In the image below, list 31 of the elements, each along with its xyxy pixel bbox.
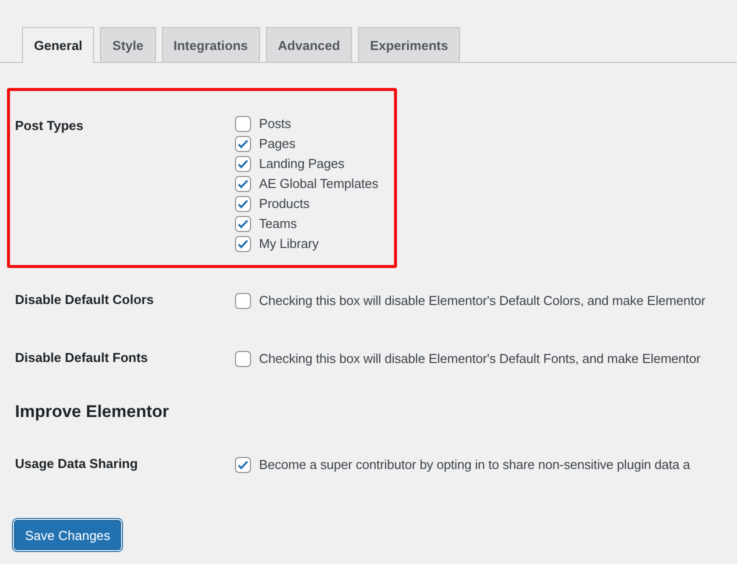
section-heading: Improve Elementor (15, 402, 170, 422)
settings-tab[interactable]: Advanced (266, 27, 352, 62)
checkbox[interactable] (235, 156, 251, 172)
checkbox-label: Products (259, 195, 310, 213)
checkbox-label: Landing Pages (259, 155, 344, 173)
settings-tab[interactable]: Integrations (162, 27, 260, 62)
setting-label: Post Types (15, 118, 84, 135)
settings-tab[interactable]: Style (100, 27, 156, 62)
checkbox[interactable] (235, 236, 251, 252)
checkbox[interactable] (235, 351, 251, 367)
checkbox-label: Teams (259, 215, 297, 233)
checkbox[interactable] (235, 116, 251, 132)
checkbox-label: Pages (259, 135, 296, 153)
setting-label: Disable Default Fonts (15, 350, 149, 367)
setting-label: Disable Default Colors (15, 292, 155, 309)
setting-label: Usage Data Sharing (15, 456, 139, 473)
setting-description: Become a super contributor by opting in to share non-sensitive plugin data a (259, 456, 690, 474)
settings-tab[interactable]: General (22, 27, 94, 63)
checkbox[interactable] (235, 457, 251, 473)
checkbox[interactable] (235, 196, 251, 212)
save-button[interactable]: Save Changes (14, 520, 122, 550)
checkbox[interactable] (235, 136, 251, 152)
checkbox[interactable] (235, 293, 251, 309)
checkbox[interactable] (235, 216, 251, 232)
checkbox[interactable] (235, 176, 251, 192)
setting-description: Checking this box will disable Elementor's Default Colors, and make Elementor (259, 292, 706, 310)
setting-description: Checking this box will disable Elementor's Default Fonts, and make Elementor (259, 350, 700, 368)
checkbox-label: My Library (259, 235, 319, 253)
checkbox-label: Posts (259, 115, 292, 133)
checkbox-label: AE Global Templates (259, 175, 378, 193)
settings-tab[interactable]: Experiments (358, 27, 460, 62)
